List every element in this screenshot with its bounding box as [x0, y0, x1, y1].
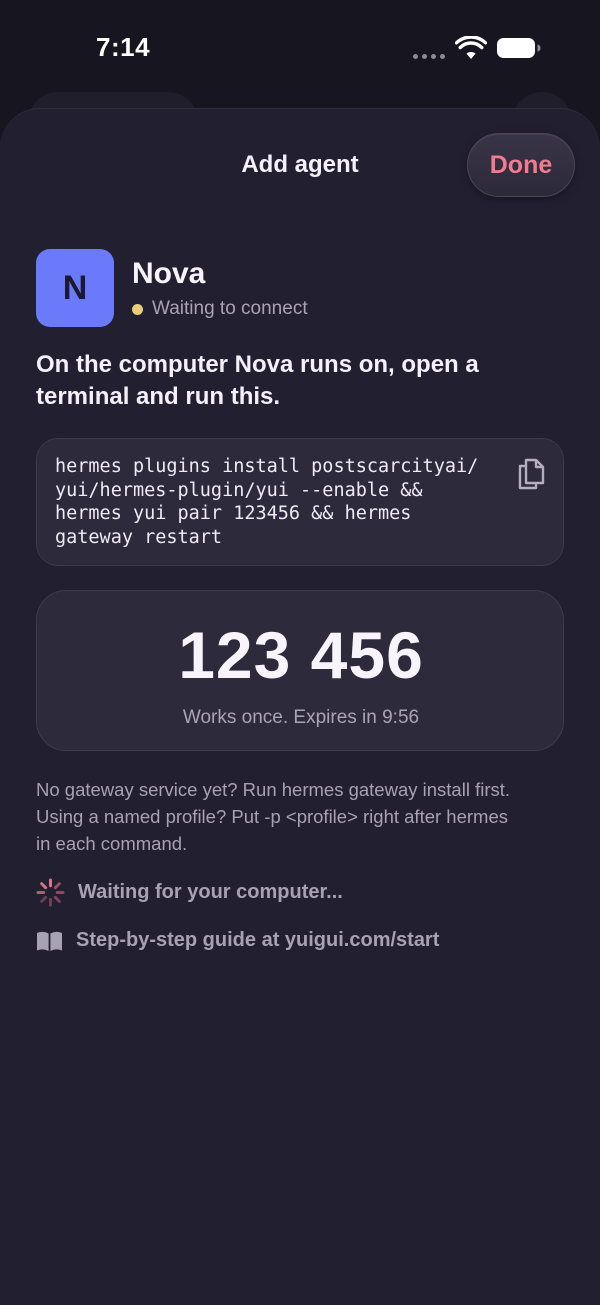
command-line: gateway restart	[55, 526, 223, 548]
guide-label: Step-by-step guide at yuigui.com/start	[76, 929, 440, 951]
waiting-label: Waiting for your computer...	[78, 881, 343, 903]
status-time: 7:14	[96, 32, 151, 62]
help-line: Using a named profile? Put -p <profile> …	[36, 806, 508, 827]
command-line: hermes plugins install postscarcityai/	[55, 456, 479, 477]
book-icon	[37, 931, 62, 951]
agent-avatar: N	[36, 249, 114, 327]
command-box[interactable]: hermes plugins install postscarcityai/yu…	[36, 438, 564, 566]
help-text: No gateway service yet? Run hermes gatew…	[36, 776, 576, 857]
add-agent-sheet: Add agent Done N Nova Waiting to connect…	[0, 108, 600, 1305]
command-text: hermes plugins install postscarcityai/yu…	[55, 455, 515, 549]
agent-name: Nova	[132, 257, 206, 290]
battery-icon	[497, 38, 541, 58]
instruction-text: On the computer Nova runs on, open a ter…	[36, 351, 479, 410]
pairing-code: 123 456	[178, 618, 424, 692]
wifi-icon	[455, 36, 487, 59]
waiting-status: Waiting for your computer...	[36, 878, 343, 907]
agent-status: Waiting to connect	[132, 298, 308, 320]
command-line: hermes yui pair 123456 && hermes	[55, 503, 412, 524]
help-line: in each command.	[36, 833, 188, 854]
cellular-signal-icon	[413, 54, 445, 59]
guide-link[interactable]: Step-by-step guide at yuigui.com/start	[36, 929, 439, 952]
spinner-icon	[36, 878, 65, 907]
help-line: No gateway service yet? Run hermes gatew…	[36, 779, 511, 800]
command-line: yui/hermes-plugin/yui --enable &&	[55, 479, 423, 501]
copy-icon[interactable]	[515, 457, 547, 491]
status-bar: 7:14	[0, 0, 600, 96]
agent-status-label: Waiting to connect	[152, 298, 308, 319]
status-dot-icon	[132, 303, 143, 315]
done-button[interactable]: Done	[467, 133, 575, 197]
pairing-expiry: Works once. Expires in 9:56	[182, 707, 420, 728]
pairing-code-card: 123 456 Works once. Expires in 9:56	[36, 590, 564, 751]
